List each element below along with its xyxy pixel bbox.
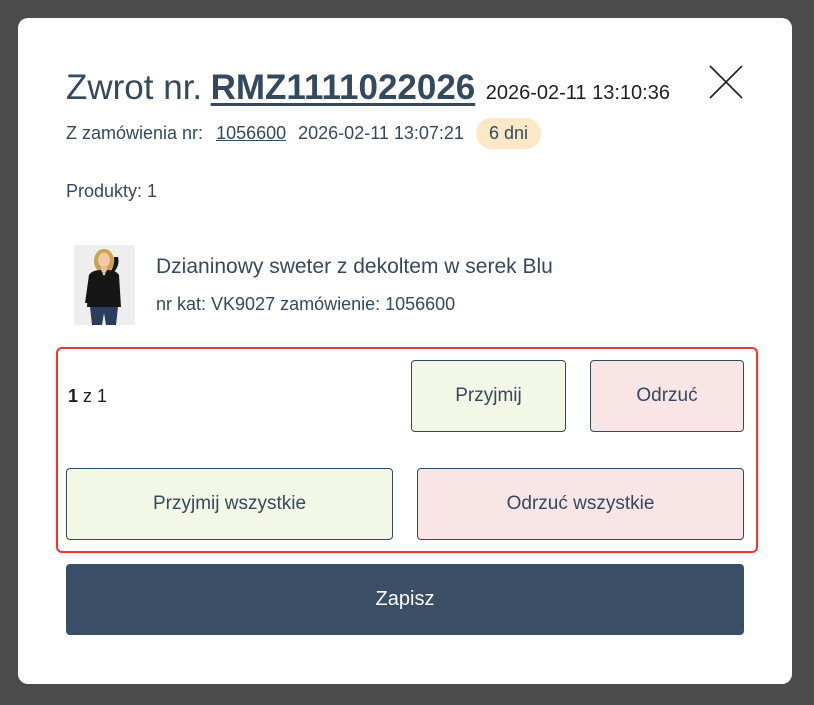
return-modal: Zwrot nr. RMZ1111022026 2026-02-11 13:10… [18, 18, 792, 684]
reject-button[interactable]: Odrzuć [590, 360, 744, 432]
reject-button-label: Odrzuć [636, 385, 698, 406]
reject-all-button[interactable]: Odrzuć wszystkie [417, 468, 744, 540]
order-label: Z zamówienia nr: [66, 122, 204, 143]
reject-all-button-label: Odrzuć wszystkie [506, 493, 655, 514]
return-number-link[interactable]: RMZ1111022026 [211, 68, 476, 107]
close-button[interactable] [708, 64, 744, 100]
accept-button-label: Przyjmij [455, 385, 522, 406]
pager-current: 1 [68, 386, 79, 406]
product-pager: 1 z 1 [68, 386, 107, 407]
modal-title: Zwrot nr. RMZ1111022026 2026-02-11 13:10… [66, 68, 670, 108]
return-datetime: 2026-02-11 13:10:36 [485, 82, 670, 104]
close-icon [709, 65, 743, 99]
order-info: Z zamówienia nr: 1056600 2026-02-11 13:0… [66, 117, 541, 149]
title-prefix: Zwrot nr. [66, 68, 203, 107]
days-badge: 6 dni [475, 117, 541, 149]
accept-all-button[interactable]: Przyjmij wszystkie [66, 468, 393, 540]
accept-button[interactable]: Przyjmij [411, 360, 566, 432]
save-button[interactable]: Zapisz [66, 564, 744, 635]
product-meta: nr kat: VK9027 zamówienie: 1056600 [156, 294, 456, 314]
save-button-label: Zapisz [375, 588, 435, 610]
accept-all-button-label: Przyjmij wszystkie [152, 493, 307, 514]
order-number-link[interactable]: 1056600 [216, 123, 286, 144]
product-name: Dzianinowy sweter z dekoltem w serek Blu [156, 255, 553, 278]
pager-total: z 1 [78, 386, 108, 406]
product-image [74, 245, 135, 325]
products-count: Produkty: 1 [66, 181, 158, 201]
decision-panel: 1 z 1 Przyjmij Odrzuć Przyjmij wszystkie… [56, 347, 758, 553]
order-datetime: 2026-02-11 13:07:21 [298, 122, 464, 143]
